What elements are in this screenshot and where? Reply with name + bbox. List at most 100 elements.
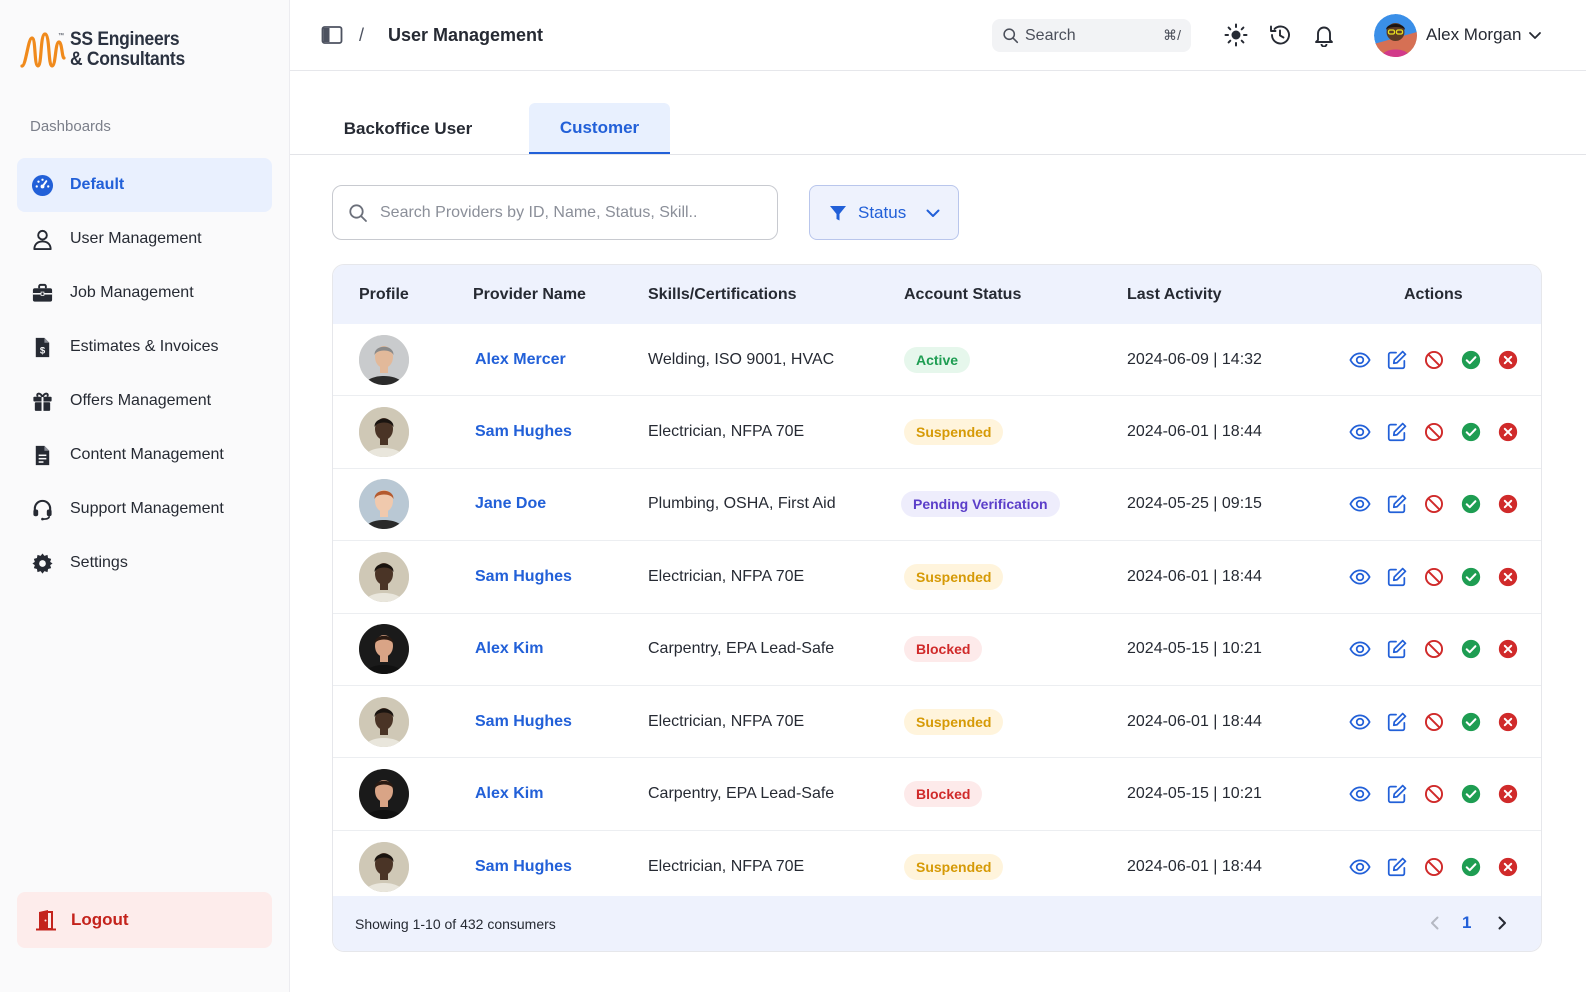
reject-x-button[interactable] <box>1497 711 1519 733</box>
user-name[interactable]: Alex Morgan <box>1426 25 1521 45</box>
column-header-provider-name: Provider Name <box>473 286 586 303</box>
block-button[interactable] <box>1423 856 1445 878</box>
row-actions <box>1349 638 1519 660</box>
history-icon[interactable] <box>1268 23 1292 47</box>
provider-name-link[interactable]: Sam Hughes <box>475 713 572 731</box>
provider-search-field[interactable] <box>332 185 778 240</box>
profile-avatar[interactable] <box>359 769 409 820</box>
approve-check-button[interactable] <box>1460 493 1482 515</box>
profile-avatar[interactable] <box>359 841 409 892</box>
block-button[interactable] <box>1423 783 1445 805</box>
notification-bell-icon[interactable] <box>1312 23 1336 47</box>
sidebar-item-job-management[interactable]: Job Management <box>17 266 272 320</box>
provider-name-link[interactable]: Sam Hughes <box>475 423 572 441</box>
reject-x-button[interactable] <box>1497 638 1519 660</box>
reject-x-icon <box>1497 566 1519 588</box>
edit-pencil-button[interactable] <box>1386 783 1408 805</box>
sidebar-item-content-management[interactable]: Content Management <box>17 428 272 482</box>
reject-x-button[interactable] <box>1497 566 1519 588</box>
edit-pencil-button[interactable] <box>1386 421 1408 443</box>
profile-avatar[interactable] <box>359 479 409 530</box>
global-search[interactable]: Search ⌘/ <box>992 19 1191 52</box>
approve-check-button[interactable] <box>1460 349 1482 371</box>
view-eye-button[interactable] <box>1349 493 1371 515</box>
approve-check-button[interactable] <box>1460 421 1482 443</box>
block-button[interactable] <box>1423 711 1445 733</box>
view-eye-icon <box>1349 349 1371 371</box>
edit-pencil-button[interactable] <box>1386 349 1408 371</box>
view-eye-button[interactable] <box>1349 783 1371 805</box>
view-eye-button[interactable] <box>1349 856 1371 878</box>
reject-x-button[interactable] <box>1497 856 1519 878</box>
reject-x-button[interactable] <box>1497 493 1519 515</box>
block-button[interactable] <box>1423 349 1445 371</box>
profile-avatar[interactable] <box>359 624 409 675</box>
next-page-icon[interactable] <box>1493 914 1511 932</box>
provider-name-link[interactable]: Alex Kim <box>475 640 543 658</box>
approve-check-icon <box>1460 421 1482 443</box>
reject-x-button[interactable] <box>1497 349 1519 371</box>
current-page-number[interactable]: 1 <box>1462 913 1471 933</box>
provider-name-link[interactable]: Alex Kim <box>475 785 543 803</box>
approve-check-icon <box>1460 711 1482 733</box>
provider-name-link[interactable]: Sam Hughes <box>475 858 572 876</box>
block-icon <box>1423 493 1445 515</box>
approve-check-button[interactable] <box>1460 638 1482 660</box>
edit-pencil-button[interactable] <box>1386 493 1408 515</box>
block-button[interactable] <box>1423 421 1445 443</box>
skills-text: Carpentry, EPA Lead-Safe <box>648 640 835 658</box>
block-button[interactable] <box>1423 566 1445 588</box>
block-button[interactable] <box>1423 638 1445 660</box>
tab-customer[interactable]: Customer <box>529 103 670 154</box>
last-activity-text: 2024-06-01 | 18:44 <box>1127 567 1262 585</box>
edit-pencil-button[interactable] <box>1386 638 1408 660</box>
edit-pencil-button[interactable] <box>1386 566 1408 588</box>
sidebar-item-settings[interactable]: Settings <box>17 536 272 590</box>
sun-theme-icon[interactable] <box>1224 23 1248 47</box>
row-actions <box>1349 493 1519 515</box>
logout-button[interactable]: Logout <box>17 892 272 948</box>
view-eye-icon <box>1349 566 1371 588</box>
view-eye-button[interactable] <box>1349 421 1371 443</box>
brand-logo[interactable]: ™ SS Engineers & Consultants <box>20 28 195 72</box>
approve-check-button[interactable] <box>1460 566 1482 588</box>
sidebar-toggle-icon[interactable] <box>321 24 343 46</box>
profile-avatar[interactable] <box>359 334 409 385</box>
provider-search-input[interactable] <box>380 203 760 222</box>
user-avatar[interactable] <box>1374 14 1417 57</box>
sidebar-item-label: Content Management <box>70 446 224 463</box>
sidebar-item-support-management[interactable]: Support Management <box>17 482 272 536</box>
provider-name-link[interactable]: Jane Doe <box>475 495 546 513</box>
chevron-down-icon[interactable] <box>1527 27 1543 43</box>
document-icon <box>30 443 54 467</box>
profile-avatar[interactable] <box>359 696 409 747</box>
sidebar-item-label: Offers Management <box>70 392 212 409</box>
previous-page-icon[interactable] <box>1426 914 1444 932</box>
status-filter-dropdown[interactable]: Status <box>809 185 959 240</box>
reject-x-icon <box>1497 711 1519 733</box>
provider-name-link[interactable]: Sam Hughes <box>475 568 572 586</box>
profile-avatar[interactable] <box>359 407 409 458</box>
block-button[interactable] <box>1423 493 1445 515</box>
profile-avatar[interactable] <box>359 551 409 602</box>
last-activity-text: 2024-06-01 | 18:44 <box>1127 712 1262 730</box>
view-eye-button[interactable] <box>1349 711 1371 733</box>
view-eye-button[interactable] <box>1349 349 1371 371</box>
sidebar-item-estimates-invoices[interactable]: $ Estimates & Invoices <box>17 320 272 374</box>
reject-x-button[interactable] <box>1497 783 1519 805</box>
provider-name-link[interactable]: Alex Mercer <box>475 351 566 369</box>
edit-pencil-button[interactable] <box>1386 856 1408 878</box>
approve-check-button[interactable] <box>1460 856 1482 878</box>
view-eye-button[interactable] <box>1349 566 1371 588</box>
skills-text: Electrician, NFPA 70E <box>648 712 805 730</box>
approve-check-button[interactable] <box>1460 711 1482 733</box>
view-eye-button[interactable] <box>1349 638 1371 660</box>
edit-pencil-button[interactable] <box>1386 711 1408 733</box>
tab-backoffice-user[interactable]: Backoffice User <box>326 103 490 154</box>
sidebar-item-offers-management[interactable]: Offers Management <box>17 374 272 428</box>
last-activity-text: 2024-06-01 | 18:44 <box>1127 857 1262 875</box>
reject-x-button[interactable] <box>1497 421 1519 443</box>
approve-check-button[interactable] <box>1460 783 1482 805</box>
sidebar-item-default[interactable]: Default <box>17 158 272 212</box>
sidebar-item-user-management[interactable]: User Management <box>17 212 272 266</box>
